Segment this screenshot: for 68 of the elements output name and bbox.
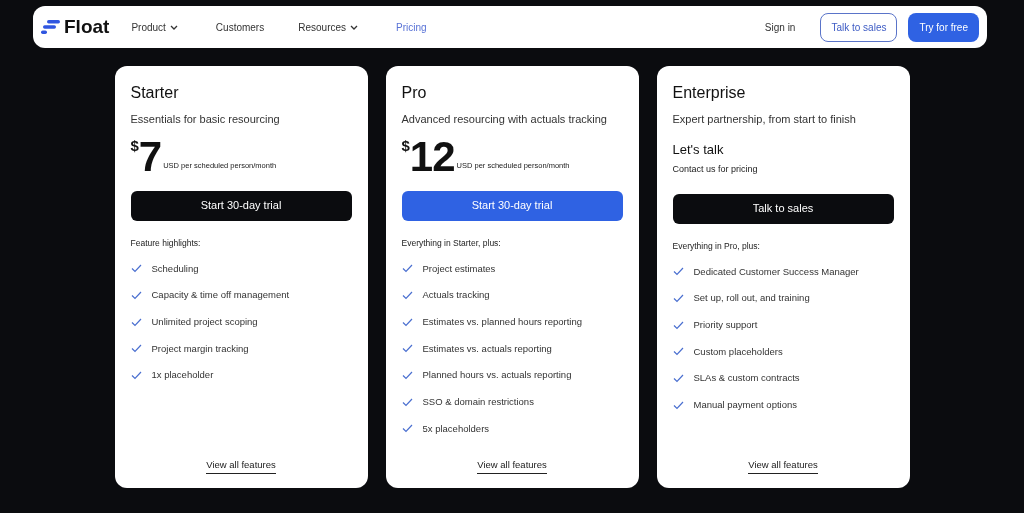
feature-text: Capacity & time off management [151, 288, 290, 303]
feature-text: Unlimited project scoping [151, 315, 258, 330]
plan-name: Pro [401, 83, 428, 103]
plan-tagline: Expert partnership, from start to finish [672, 112, 857, 128]
check-icon [672, 267, 684, 277]
feature-text: Dedicated Customer Success Manager [693, 264, 859, 279]
nav-link[interactable]: Pricing [396, 19, 427, 35]
feature-text: 5x placeholders [422, 421, 490, 436]
view-all-features-link[interactable]: View all features [477, 457, 547, 474]
features-heading: Feature highlights: [130, 236, 202, 250]
feature-text: 1x placeholder [151, 368, 214, 383]
check-icon [401, 264, 413, 274]
check-icon [401, 344, 413, 354]
check-icon [130, 290, 142, 300]
feature-text: Set up, roll out, and training [693, 291, 810, 306]
nav-link[interactable]: Product [131, 19, 178, 35]
plan-tagline: Essentials for basic resourcing [130, 112, 281, 128]
feature-text: Custom placeholders [693, 344, 783, 359]
cta-button[interactable]: Talk to sales [672, 193, 894, 224]
feature-text: Scheduling [151, 261, 199, 276]
features-heading: Everything in Starter, plus: [401, 236, 502, 250]
chevron-down-icon [169, 24, 178, 30]
check-icon [401, 424, 413, 434]
check-icon [130, 344, 142, 354]
try-for-free-button[interactable]: Try for free [908, 12, 979, 42]
feature-text: Project margin tracking [151, 341, 249, 356]
check-icon [130, 371, 142, 381]
check-icon [401, 290, 413, 300]
price-note: Contact us for pricing [672, 163, 759, 177]
check-icon [672, 347, 684, 357]
price-amount: 7 [138, 138, 162, 175]
plan-tagline: Advanced resourcing with actuals tracking [401, 112, 608, 128]
feature-text: Estimates vs. actuals reporting [422, 341, 552, 356]
feature-text: Project estimates [422, 261, 496, 276]
logo-text[interactable]: Float [64, 12, 110, 42]
talk-to-sales-button[interactable]: Talk to sales [820, 12, 898, 42]
check-icon [401, 317, 413, 327]
currency-symbol: $ [130, 135, 139, 154]
price-amount: 12 [409, 138, 455, 175]
feature-text: Priority support [693, 318, 758, 333]
feature-text: SLAs & custom contracts [693, 371, 800, 386]
features-heading: Everything in Pro, plus: [672, 239, 761, 253]
nav-link[interactable]: Resources [298, 19, 359, 35]
currency-symbol: $ [401, 135, 410, 154]
sign-in-link[interactable]: Sign in [764, 19, 796, 35]
logo-icon [41, 20, 61, 34]
chevron-down-icon [350, 24, 359, 30]
check-icon [401, 371, 413, 381]
feature-text: SSO & domain restrictions [422, 395, 534, 410]
plan-name: Starter [130, 83, 180, 103]
view-all-features-link[interactable]: View all features [748, 457, 818, 474]
plan-name: Enterprise [672, 83, 747, 103]
check-icon [130, 264, 142, 274]
check-icon [130, 317, 142, 327]
check-icon [401, 397, 413, 407]
cta-button[interactable]: Start 30-day trial [401, 190, 623, 221]
cta-button[interactable]: Start 30-day trial [130, 190, 352, 221]
feature-text: Actuals tracking [422, 288, 490, 303]
price-title: Let's talk [672, 140, 725, 159]
nav-link[interactable]: Customers [215, 19, 265, 35]
feature-text: Planned hours vs. actuals reporting [422, 368, 572, 383]
check-icon [672, 374, 684, 384]
check-icon [672, 400, 684, 410]
check-icon [672, 293, 684, 303]
feature-text: Estimates vs. planned hours reporting [422, 315, 582, 330]
feature-text: Manual payment options [693, 398, 797, 413]
check-icon [672, 320, 684, 330]
view-all-features-link[interactable]: View all features [206, 457, 276, 474]
